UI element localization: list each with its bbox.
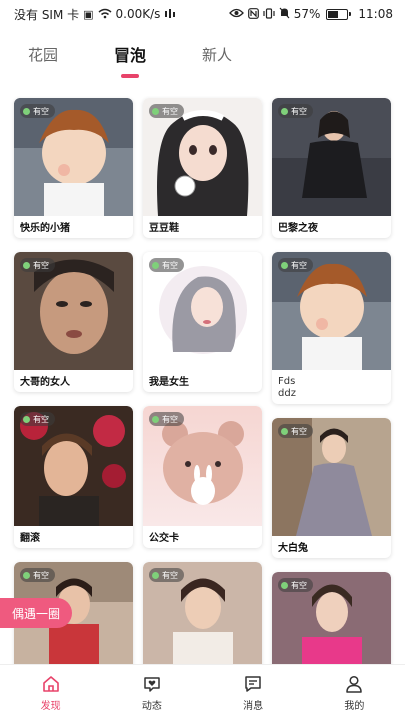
online-dot: [281, 581, 288, 589]
nav-label: 动态: [141, 700, 162, 712]
network-speed: 0.00K/s: [115, 7, 161, 21]
status-badge: 有空: [278, 104, 313, 118]
user-card[interactable]: 有空 公交卡: [143, 406, 262, 548]
badge-label: 有空: [291, 580, 307, 590]
nav-discover[interactable]: 发现: [21, 674, 81, 712]
status-badge: 有空: [20, 412, 55, 426]
tab-label: 冒泡: [114, 46, 147, 65]
online-dot: [152, 415, 159, 423]
card-title: 大哥的女人: [20, 377, 70, 388]
badge-label: 有空: [33, 414, 49, 424]
eye-icon: [228, 8, 244, 20]
sim-alert-icon: ▣: [83, 7, 94, 21]
status-badge: 有空: [20, 104, 55, 118]
badge-label: 有空: [162, 570, 178, 580]
status-badge: 有空: [278, 578, 313, 592]
badge-label: 有空: [291, 426, 307, 436]
status-badge: 有空: [278, 258, 313, 272]
online-dot: [23, 261, 30, 269]
home-icon: [41, 674, 61, 694]
user-card[interactable]: 有空 巴黎之夜: [272, 98, 391, 238]
online-dot: [23, 415, 30, 423]
person-icon: [344, 674, 364, 694]
badge-label: 有空: [162, 106, 178, 116]
tab-bubble[interactable]: 冒泡: [114, 36, 147, 78]
battery-percent: 57%: [293, 7, 321, 21]
mute-bell-icon: [279, 7, 290, 21]
bottom-nav: 发现 动态 消息 我的: [0, 664, 405, 720]
card-title: 快乐的小猪: [20, 223, 70, 234]
online-dot: [23, 571, 30, 579]
user-card[interactable]: 有空 豆豆鞋: [143, 98, 262, 238]
card-title: Fds ddz: [278, 376, 296, 399]
badge-label: 有空: [162, 260, 178, 270]
badge-label: 有空: [33, 570, 49, 580]
random-encounter-button[interactable]: 偶遇一圈: [0, 598, 72, 628]
status-badge: 有空: [20, 258, 55, 272]
status-badge: 有空: [149, 104, 184, 118]
nav-label: 我的: [344, 700, 365, 712]
vibrate-icon: [263, 7, 275, 21]
card-title: 豆豆鞋: [149, 223, 179, 234]
badge-label: 有空: [162, 414, 178, 424]
nfc-icon: [247, 7, 259, 21]
wifi-icon: [98, 8, 112, 21]
nav-profile[interactable]: 我的: [324, 674, 384, 712]
card-title: 翻滚: [20, 533, 40, 544]
badge-label: 有空: [291, 106, 307, 116]
online-dot: [23, 107, 30, 115]
nav-feed[interactable]: 动态: [122, 674, 182, 712]
status-badge: 有空: [149, 258, 184, 272]
status-badge: 有空: [278, 424, 313, 438]
message-icon: [243, 674, 263, 694]
tab-active-indicator: [121, 74, 140, 78]
nav-messages[interactable]: 消息: [223, 674, 283, 712]
badge-label: 有空: [33, 106, 49, 116]
tab-label: 花园: [28, 45, 59, 64]
tab-newcomers[interactable]: 新人: [202, 36, 232, 72]
carrier-text: 没有 SIM 卡: [14, 7, 80, 22]
nav-label: 发现: [40, 700, 61, 712]
status-badge: 有空: [149, 412, 184, 426]
online-dot: [281, 427, 288, 435]
user-card[interactable]: 有空: [143, 562, 262, 664]
heart-chat-icon: [142, 674, 162, 694]
user-card[interactable]: 有空 快乐的小猪: [14, 98, 133, 238]
user-card-grid: 有空 快乐的小猪 有空 大哥的女人 有空 翻滚 有空 有空 豆豆鞋 有空 我是女…: [0, 96, 405, 664]
nav-label: 消息: [243, 700, 264, 712]
user-card[interactable]: 有空 我是女生: [143, 252, 262, 392]
tab-label: 新人: [202, 45, 233, 64]
user-card[interactable]: 有空 大白兔: [272, 418, 391, 558]
top-tabs: 花园 冒泡 新人: [0, 36, 405, 80]
badge-label: 有空: [33, 260, 49, 270]
user-card[interactable]: 有空 翻滚: [14, 406, 133, 548]
online-dot: [281, 261, 288, 269]
online-dot: [281, 107, 288, 115]
online-dot: [152, 571, 159, 579]
online-dot: [152, 261, 159, 269]
card-title: 巴黎之夜: [278, 223, 318, 234]
signal-activity-icon: [164, 8, 176, 21]
card-title: 大白兔: [278, 543, 308, 554]
clock: 11:08: [358, 7, 393, 21]
battery-fill: [328, 10, 339, 18]
card-title: 我是女生: [149, 377, 189, 388]
user-card[interactable]: 有空: [272, 572, 391, 664]
user-card[interactable]: 有空 大哥的女人: [14, 252, 133, 392]
tab-garden[interactable]: 花园: [28, 36, 58, 72]
badge-label: 有空: [291, 260, 307, 270]
card-title: 公交卡: [149, 533, 179, 544]
user-card[interactable]: 有空 Fds ddz: [272, 252, 391, 404]
battery-icon: [326, 8, 352, 20]
status-badge: 有空: [20, 568, 55, 582]
status-badge: 有空: [149, 568, 184, 582]
online-dot: [152, 107, 159, 115]
status-bar: 没有 SIM 卡 ▣ 0.00K/s 57% 11:08: [0, 0, 405, 28]
